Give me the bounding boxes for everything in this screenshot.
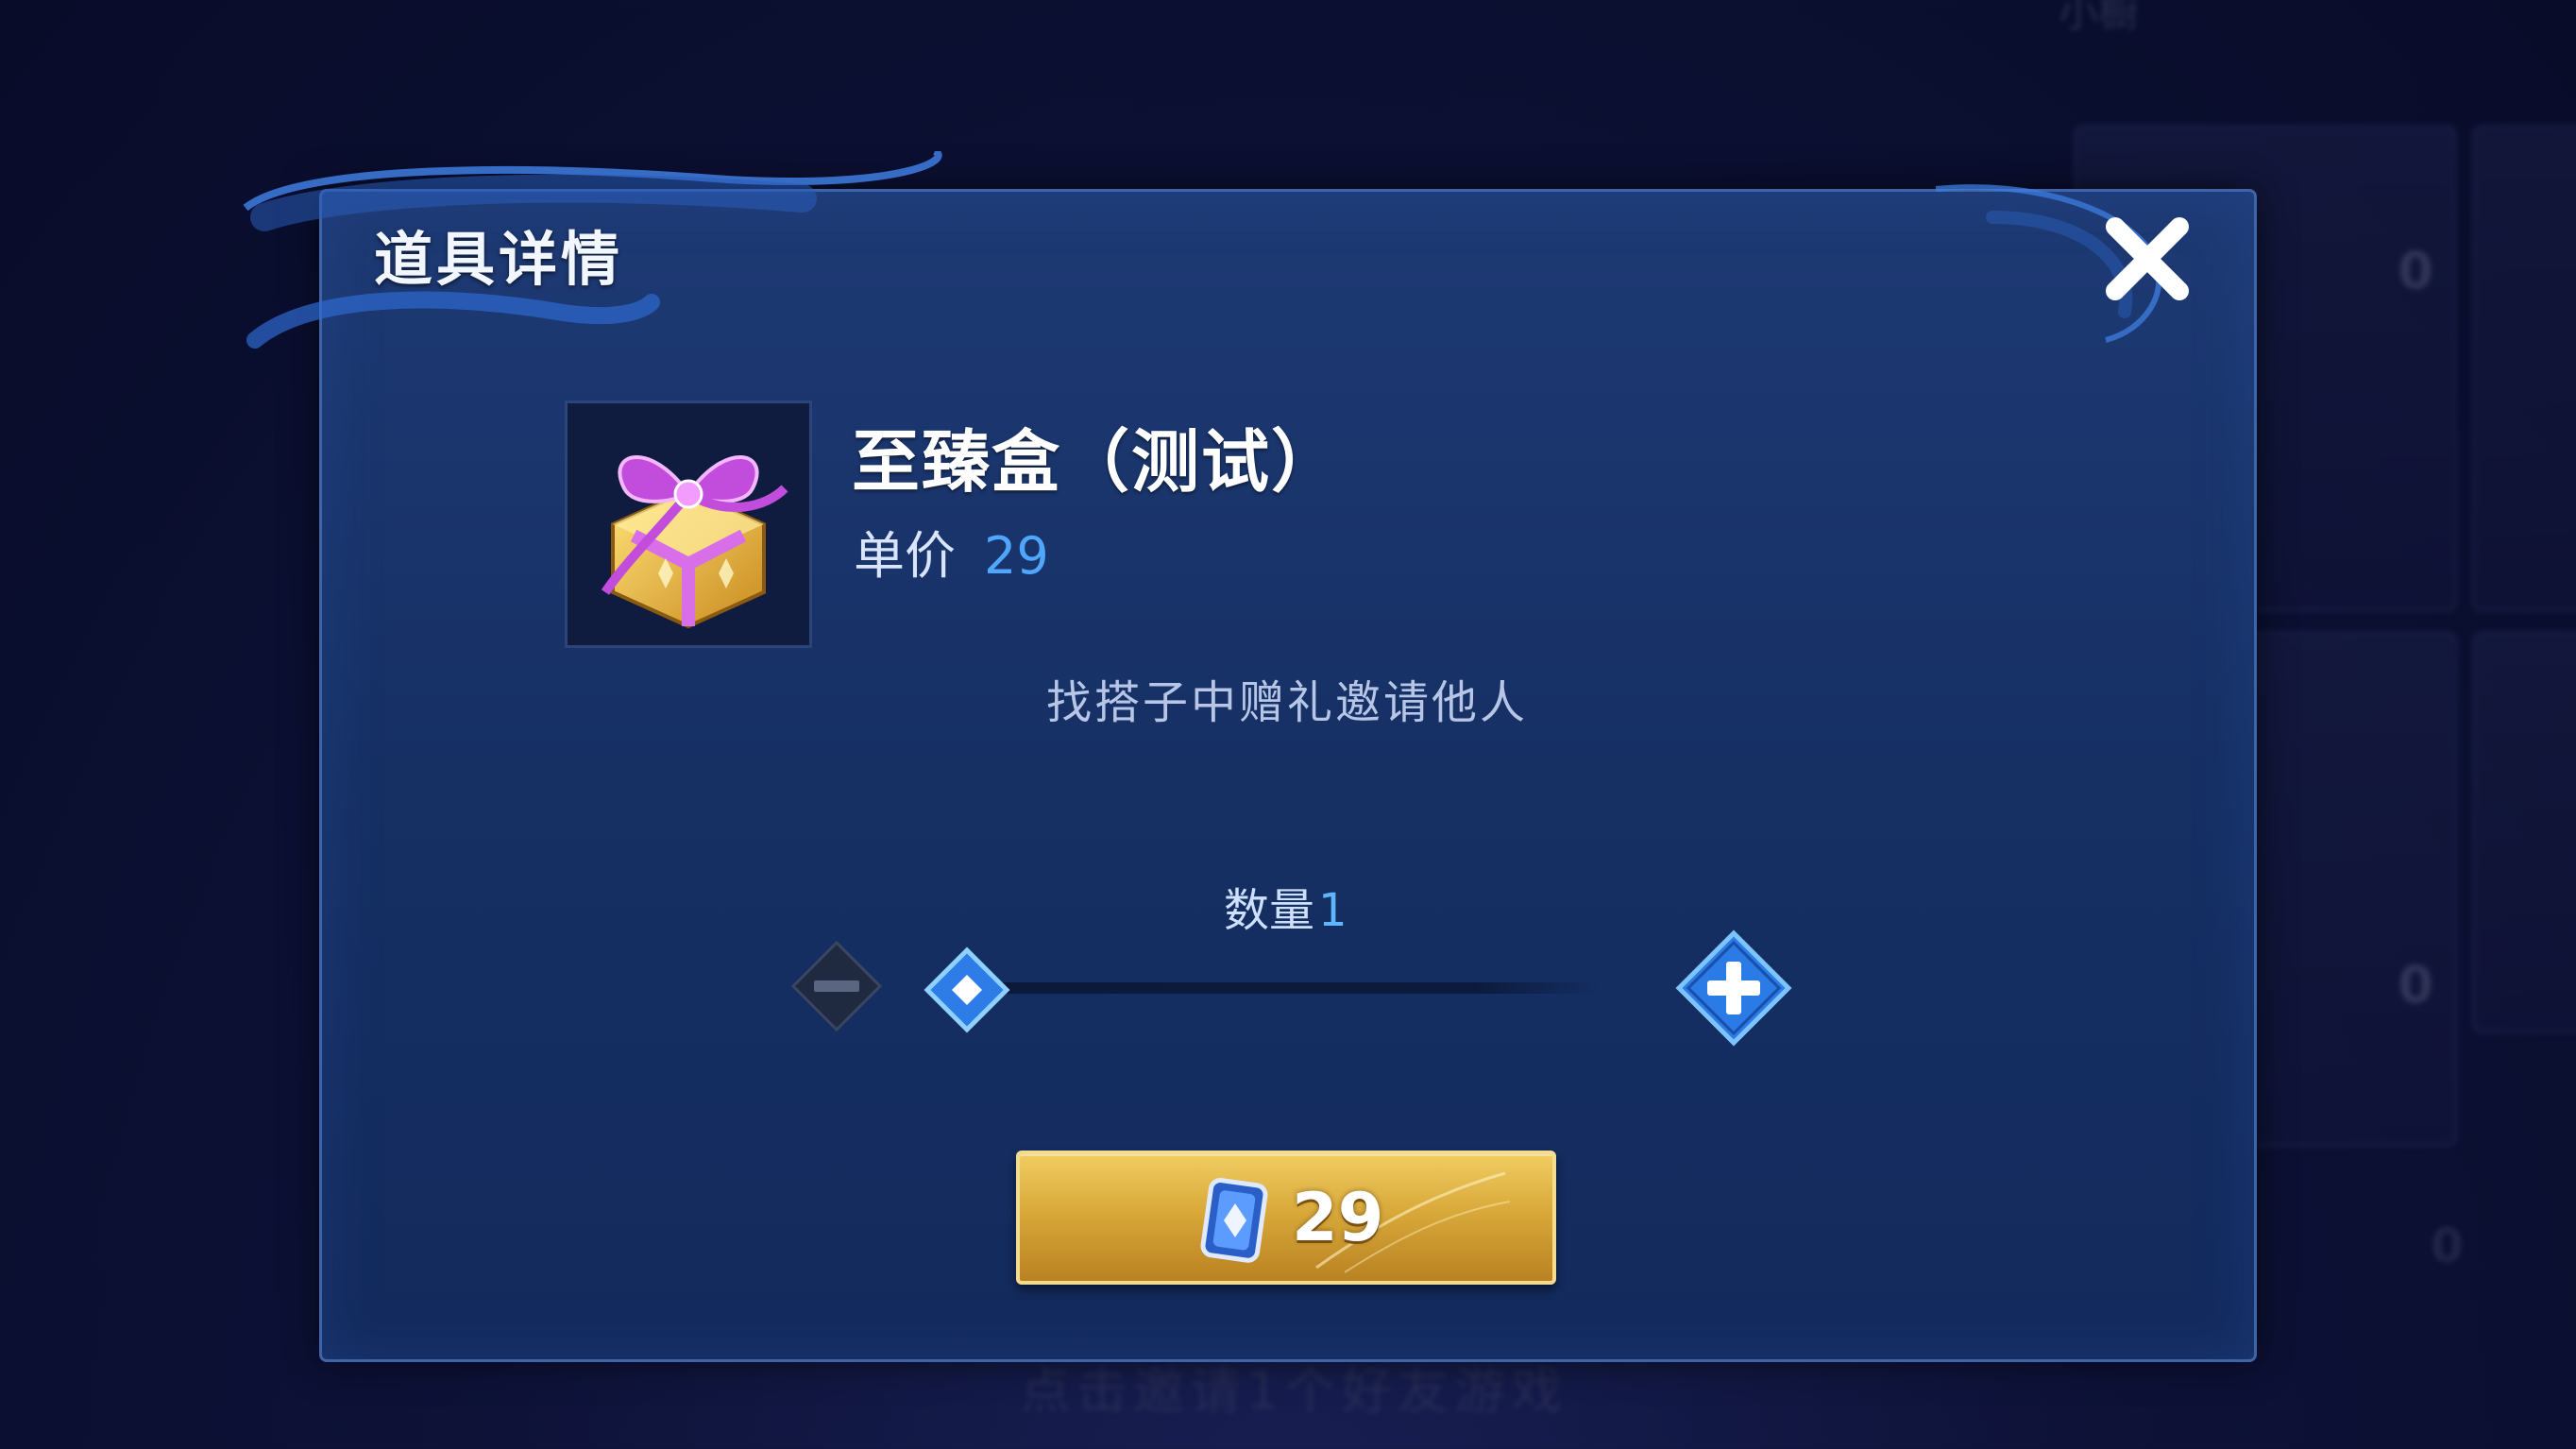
quantity-slider-handle[interactable]: [922, 945, 1012, 1035]
plus-icon: [1675, 929, 1792, 1047]
quantity-label-text: 数量: [1224, 884, 1315, 937]
coupon-icon: [1200, 1178, 1268, 1263]
minus-icon: [790, 940, 883, 1032]
buy-price: 29: [1292, 1179, 1384, 1256]
close-button[interactable]: [2094, 206, 2200, 312]
decrease-quantity-button[interactable]: [789, 939, 884, 1033]
item-name: 至臻盒（测试）: [852, 422, 1342, 502]
quantity-slider-track[interactable]: [978, 982, 1602, 994]
quantity-label: 数量1: [1224, 873, 1347, 939]
increase-quantity-button[interactable]: [1675, 929, 1792, 1047]
close-x-icon: [2106, 217, 2189, 300]
unit-price-label: 单价: [854, 526, 956, 586]
buy-button[interactable]: 29: [1016, 1151, 1556, 1285]
quantity-value: 1: [1318, 884, 1347, 937]
item-icon-frame: [565, 401, 812, 648]
slider-diamond-icon: [924, 946, 1010, 1033]
unit-price-row: 单价 29: [854, 514, 1049, 588]
item-description: 找搭子中赠礼邀请他人: [1046, 676, 1529, 729]
unit-price-value: 29: [984, 526, 1049, 586]
gift-box-icon: [601, 455, 788, 629]
dialog-title: 道具详情: [374, 225, 624, 294]
